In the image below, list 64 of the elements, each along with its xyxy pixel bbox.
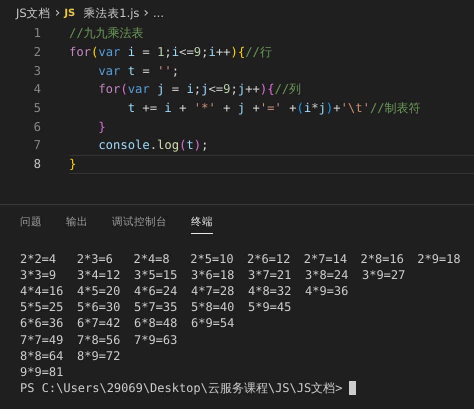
code-line: for(var i = 1;i<=9;i++){//行 <box>69 44 273 62</box>
terminal-output: 2*9=18 <box>417 252 462 266</box>
line-number: 6 <box>32 120 42 134</box>
terminal-output: 3*3=9 <box>20 268 58 282</box>
terminal-output: 8*8=64 <box>20 348 64 363</box>
terminal-output: 3*4=12 <box>77 268 122 282</box>
terminal-output: 4*7=28 <box>191 284 236 298</box>
folder-crumb[interactable]: JS文档 <box>16 6 51 20</box>
line-number: 8 <box>32 157 42 172</box>
terminal-prompt: PS C:\Users\29069\Desktop\云服务课程\JS\JS文档> <box>20 380 342 397</box>
terminal-output: 3*5=15 <box>134 268 178 282</box>
panel-tab[interactable]: 输出 <box>66 214 88 234</box>
line-number: 5 <box>32 101 42 116</box>
panel-tab[interactable]: 终端 <box>191 214 213 234</box>
terminal-output: 5*7=35 <box>134 300 178 314</box>
code-line: for(var j = i;j<=9;j++){//列 <box>97 80 302 98</box>
terminal-output: 4*6=24 <box>134 284 178 298</box>
chevron-icon: › <box>54 5 60 21</box>
line-number: 4 <box>32 82 42 96</box>
terminal-output: 3*9=27 <box>362 268 406 282</box>
terminal-output: 4*9=36 <box>305 284 350 298</box>
terminal-output: 4*5=20 <box>77 284 122 298</box>
terminal-output: 7*8=56 <box>77 332 122 347</box>
terminal-output: 5*5=25 <box>20 300 64 314</box>
terminal-output: 6*7=42 <box>77 316 122 330</box>
panel-tab[interactable]: 问题 <box>20 214 42 234</box>
terminal-output: 6*8=48 <box>134 316 178 330</box>
terminal-output: 2*3=6 <box>76 252 114 266</box>
terminal-output: 3*6=18 <box>191 268 236 282</box>
line-number: 1 <box>32 26 42 40</box>
terminal-output: 3*7=21 <box>248 268 292 282</box>
terminal-output: 7*9=63 <box>134 332 178 347</box>
terminal-output: 8*9=72 <box>77 348 122 363</box>
file-crumb[interactable]: 乘法表1.js <box>83 6 140 20</box>
code-line: var t = ''; <box>97 62 180 80</box>
terminal-output: 5*6=30 <box>77 300 122 314</box>
js-file-icon: JS <box>64 8 76 18</box>
terminal-output: 6*9=54 <box>191 316 236 330</box>
terminal-output: 2*5=10 <box>190 252 235 266</box>
chevron-icon: › <box>143 5 150 21</box>
code-line: t += i + '*' + j +'=' +(i*j)+'\t'//制表符 <box>126 100 422 118</box>
panel-tab[interactable]: 调试控制台 <box>112 214 167 234</box>
terminal-output: 9*9=81 <box>20 364 64 379</box>
line-number: 3 <box>32 64 42 78</box>
terminal-output: 4*8=32 <box>248 284 292 298</box>
terminal-output: 2*2=4 <box>20 252 58 266</box>
line-number: 7 <box>32 138 42 152</box>
terminal-output: 2*8=16 <box>360 252 405 266</box>
text-cursor <box>349 381 356 396</box>
terminal-output: 5*9=45 <box>248 300 292 314</box>
terminal-output: 2*6=12 <box>247 252 292 266</box>
terminal-output: 2*4=8 <box>134 252 171 266</box>
terminal-output: 2*7=14 <box>304 252 348 266</box>
line-number: 2 <box>32 45 42 60</box>
symbol-crumb[interactable]: ... <box>153 6 164 20</box>
terminal-output: 5*8=40 <box>191 300 236 314</box>
terminal-output: 3*8=24 <box>305 268 350 282</box>
code-line: } <box>97 118 107 136</box>
code-line: //九九乘法表 <box>69 24 145 42</box>
terminal-output: 6*6=36 <box>20 316 64 330</box>
terminal-output: 4*4=16 <box>20 284 64 298</box>
code-line: console.log(t); <box>97 137 210 154</box>
terminal-output: 7*7=49 <box>20 332 64 347</box>
code-line: } <box>69 154 474 174</box>
